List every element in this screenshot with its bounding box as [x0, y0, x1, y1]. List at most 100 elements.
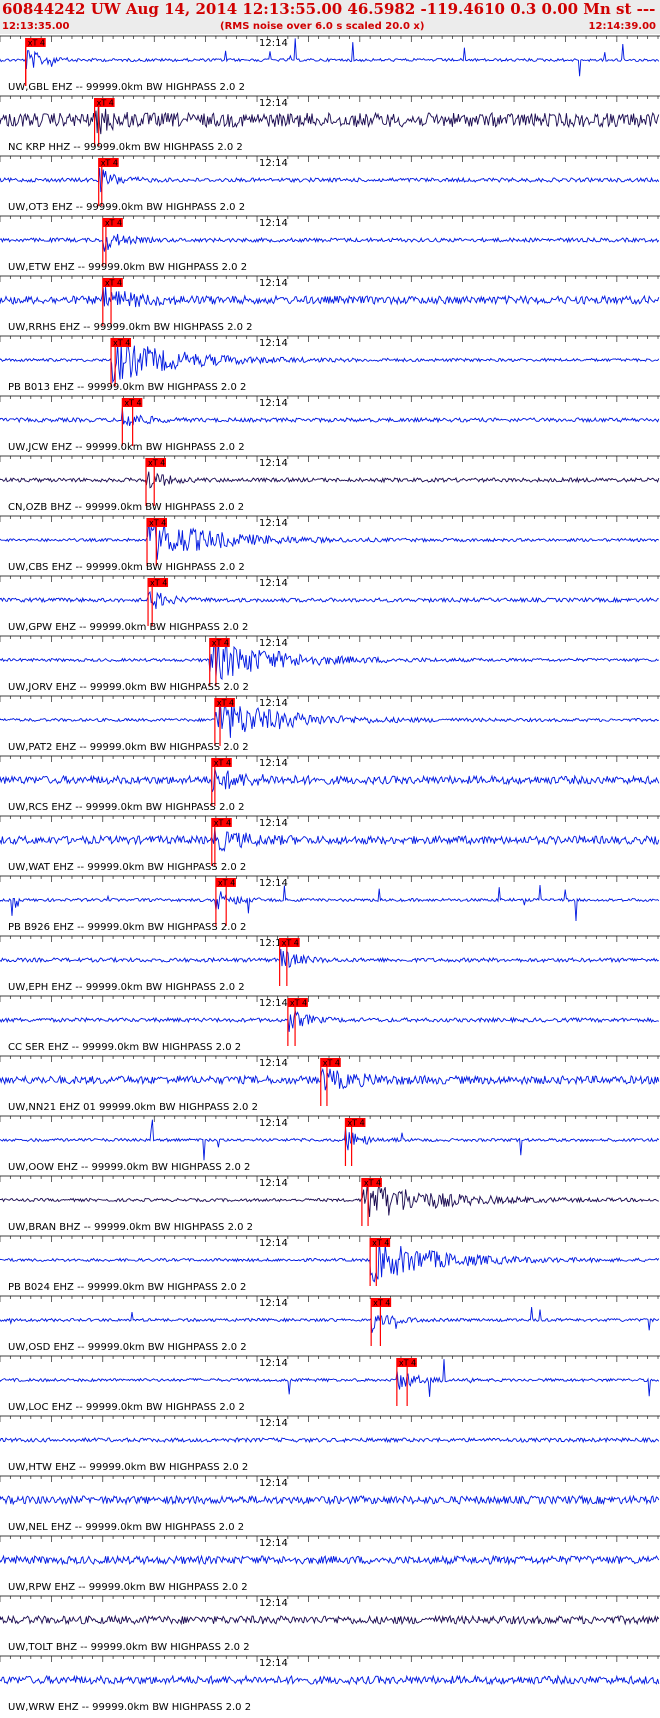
trace-panel: 12:14 xT 4 UW,JORV EHZ -- 99999.0km BW HIG… [0, 635, 660, 693]
station-label: CC SER EHZ -- 99999.0km BW HIGHPASS 2.0 … [8, 1042, 241, 1053]
pick-label: xT 4 [214, 759, 231, 768]
trace-panel: 12:14 xT 4 UW,PAT2 EHZ -- 99999.0km BW HIG… [0, 695, 660, 753]
pick-label: xT 4 [372, 1239, 389, 1248]
event-title: 60844242 UW Aug 14, 2014 12:13:55.00 46.… [2, 0, 660, 18]
station-label: UW,GPW EHZ -- 99999.0km BW HIGHPASS 2.0 … [8, 622, 248, 633]
station-label: UW,OOW EHZ -- 99999.0km BW HIGHPASS 2.0 … [8, 1162, 250, 1173]
trace-panel: 12:14 xT 4 UW,WAT EHZ -- 99999.0km BW HIGH… [0, 815, 660, 873]
pick-label: xT 4 [217, 699, 234, 708]
station-label: UW,WAT EHZ -- 99999.0km BW HIGHPASS 2.0 … [8, 862, 246, 873]
waveform [0, 1119, 660, 1161]
station-label: UW,HTW EHZ -- 99999.0km BW HIGHPASS 2.0 … [8, 1462, 248, 1473]
trace-panel: 12:14 xT 4 UW,OOW EHZ -- 99999.0km BW HIGH… [0, 1115, 660, 1173]
trace-panel: 12:14 xT 4 UW,OT3 EHZ -- 99999.0km BW HIGH… [0, 155, 660, 213]
waveform [0, 827, 660, 852]
trace-panel: 12:14 xT 4 UW,ETW EHZ -- 99999.0km BW HIGH… [0, 215, 660, 273]
pick-label: xT 4 [28, 39, 45, 48]
minute-label: 12:14 [259, 1538, 288, 1549]
trace-panel: 12:14 xT 4 UW,GBL EHZ -- 99999.0km BW HIGH… [0, 35, 660, 93]
station-label: UW,OT3 EHZ -- 99999.0km BW HIGHPASS 2.0 … [8, 202, 245, 213]
pick-label: xT 4 [150, 579, 167, 588]
station-label: UW,OSD EHZ -- 99999.0km BW HIGHPASS 2.0 … [8, 1342, 247, 1353]
trace-panel: 12:14 xT 4 PB B024 EHZ -- 99999.0km BW HIG… [0, 1235, 660, 1293]
waveform [0, 1674, 660, 1686]
trace-panel: 12:14 xT 4 UW,OSD EHZ -- 99999.0km BW HIGH… [0, 1295, 660, 1353]
minute-label: 12:14 [259, 698, 288, 709]
waveform [0, 948, 659, 968]
pick-label: xT 4 [282, 939, 299, 948]
waveform [0, 407, 660, 427]
minute-label: 12:14 [259, 458, 288, 469]
station-label: PB B926 EHZ -- 99999.0km BW HIGHPASS 2.0… [8, 922, 246, 933]
minute-label: 12:14 [259, 578, 288, 589]
station-label: UW,RPW EHZ -- 99999.0km BW HIGHPASS 2.0 … [8, 1582, 248, 1593]
trace-panel: 12:14 xT 4 PB B926 EHZ -- 99999.0km BW HIG… [0, 875, 660, 933]
minute-label: 12:14 [259, 1358, 288, 1369]
minute-label: 12:14 [259, 1598, 288, 1609]
minute-label: 12:14 [259, 1658, 288, 1669]
waveform [0, 591, 659, 610]
end-time: 12:14:39.00 [588, 21, 656, 32]
trace-panel: 12:14 xT 4 UW,CBS EHZ -- 99999.0km BW HIGH… [0, 515, 660, 573]
waveform [0, 884, 660, 922]
minute-label: 12:14 [259, 218, 288, 229]
minute-label: 12:14 [259, 98, 288, 109]
waveform [0, 1614, 660, 1626]
waveform [0, 1067, 660, 1091]
trace-panel: 12:14 xT 4 UW,JCW EHZ -- 99999.0km BW HIGH… [0, 395, 660, 453]
trace-panel: 12:14 UW,NEL EHZ -- 99999.0km BW HIGHPASS… [0, 1475, 660, 1533]
minute-label: 12:14 [259, 278, 288, 289]
pick-label: xT 4 [373, 1299, 390, 1308]
pick-label: xT 4 [399, 1359, 416, 1368]
waveform [0, 1010, 659, 1032]
pick-label: xT 4 [323, 1059, 340, 1068]
minute-label: 12:14 [259, 1478, 288, 1489]
trace-panel: 12:14 UW,WRW EHZ -- 99999.0km BW HIGHPASS… [0, 1655, 660, 1713]
waveform [0, 768, 660, 792]
trace-panel: 12:14 xT 4 UW,NN21 EHZ 01 99999.0km BW HIG… [0, 1055, 660, 1113]
minute-label: 12:14 [259, 878, 288, 889]
waveform [0, 286, 660, 308]
minute-label: 12:14 [259, 158, 288, 169]
pick-label: xT 4 [105, 279, 122, 288]
minute-label: 12:14 [259, 338, 288, 349]
pick-label: xT 4 [214, 819, 231, 828]
minute-label: 12:14 [259, 818, 288, 829]
pick-label: xT 4 [124, 399, 141, 408]
minute-label: 12:14 [259, 638, 288, 649]
station-label: UW,CBS EHZ -- 99999.0km BW HIGHPASS 2.0 … [8, 562, 245, 573]
trace-panel: 12:14xT 4UW,EPH EHZ -- 99999.0km BW HIGH… [0, 935, 660, 993]
station-label: CN,OZB BHZ -- 99999.0km BW HIGHPASS 2.0 … [8, 502, 244, 513]
seismogram-viewer: 60844242 UW Aug 14, 2014 12:13:55.00 46.… [0, 0, 660, 1718]
station-label: UW,GBL EHZ -- 99999.0km BW HIGHPASS 2.0 … [8, 82, 245, 93]
minute-label: 12:14 [259, 1238, 288, 1249]
waveform [0, 471, 660, 489]
station-label: UW,NN21 EHZ 01 99999.0km BW HIGHPASS 2.0… [8, 1102, 258, 1113]
station-label: UW,BRAN BHZ -- 99999.0km BW HIGHPASS 2.0… [8, 1222, 253, 1233]
minute-label: 12:14 [259, 998, 288, 1009]
waveform [0, 1182, 659, 1218]
minute-label: 12:14 [259, 1178, 288, 1189]
waveform [0, 703, 660, 738]
pick-label: xT 4 [148, 459, 165, 468]
station-label: UW,LOC EHZ -- 99999.0km BW HIGHPASS 2.0 … [8, 1402, 245, 1413]
pick-label: xT 4 [105, 219, 122, 228]
station-label: UW,RCS EHZ -- 99999.0km BW HIGHPASS 2.0 … [8, 802, 245, 813]
waveform [0, 1306, 660, 1333]
pick-label: xT 4 [149, 519, 166, 528]
trace-panel: 12:14 xT 4 CN,OZB BHZ -- 99999.0km BW HIGH… [0, 455, 660, 513]
minute-label: 12:14 [259, 518, 288, 529]
waveform [0, 38, 660, 77]
station-label: PB B024 EHZ -- 99999.0km BW HIGHPASS 2.0… [8, 1282, 246, 1293]
minute-label: 12:14 [259, 1298, 288, 1309]
waveform [0, 1436, 660, 1444]
trace-panel: 12:14 xT 4 UW,RRHS EHZ -- 99999.0km BW HIG… [0, 275, 660, 333]
pick-label: xT 4 [113, 339, 130, 348]
pick-label: xT 4 [290, 999, 307, 1008]
trace-panel: 12:14 xT 4 PB B013 EHZ -- 99999.0km BW HIG… [0, 335, 660, 393]
minute-label: 12:14 [259, 38, 288, 49]
pick-label: xT 4 [101, 159, 118, 168]
start-time: 12:13:35.00 [2, 21, 70, 32]
trace-panel: 12:14 UW,RPW EHZ -- 99999.0km BW HIGHPASS… [0, 1535, 660, 1593]
minute-label: 12:14 [259, 1118, 288, 1129]
